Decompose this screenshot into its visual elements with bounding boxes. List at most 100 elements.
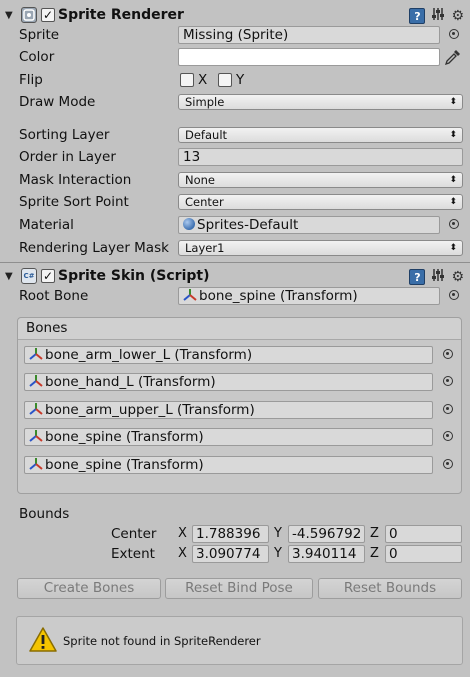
transform-icon — [29, 375, 43, 387]
dropdown-arrow-icon: ⬍ — [449, 197, 457, 207]
material-field[interactable]: Sprites-Default — [178, 216, 440, 234]
bone-value: bone_arm_lower_L (Transform) — [45, 347, 253, 363]
help-icon[interactable]: ? — [409, 8, 426, 24]
sorting-layer-value: Default — [185, 128, 228, 142]
sorting-layer-dropdown[interactable]: Default ⬍ — [178, 127, 463, 143]
object-picker-icon[interactable] — [449, 29, 459, 39]
center-z-field[interactable]: 0 — [385, 525, 462, 543]
object-picker-icon[interactable] — [443, 459, 453, 469]
gear-icon[interactable]: ⚙ — [451, 8, 464, 24]
extent-x-field[interactable]: 3.090774 — [192, 545, 269, 563]
transform-icon — [29, 403, 43, 415]
sorting-layer-label: Sorting Layer — [19, 127, 110, 143]
create-bones-button[interactable]: Create Bones — [17, 578, 161, 599]
axis-z-label: Z — [370, 526, 379, 541]
bone-value: bone_spine (Transform) — [45, 457, 204, 473]
extent-label: Extent — [111, 546, 155, 562]
axis-y-label: Y — [274, 526, 282, 541]
help-icon[interactable]: ? — [409, 269, 426, 285]
order-in-layer-field[interactable]: 13 — [178, 148, 463, 166]
list-item: bone_arm_lower_L (Transform) — [24, 345, 457, 365]
presets-sliders-icon[interactable] — [431, 7, 445, 25]
axis-x-label: X — [178, 526, 187, 541]
root-bone-field[interactable]: bone_spine (Transform) — [178, 287, 440, 305]
list-item: bone_hand_L (Transform) — [24, 372, 457, 392]
object-picker-icon[interactable] — [449, 219, 459, 229]
bone-field[interactable]: bone_arm_upper_L (Transform) — [24, 401, 433, 419]
script-file-icon: C# — [21, 268, 37, 284]
object-picker-icon[interactable] — [449, 290, 459, 300]
gear-icon[interactable]: ⚙ — [451, 269, 464, 285]
dropdown-arrow-icon: ⬍ — [449, 97, 457, 107]
bone-field[interactable]: bone_arm_lower_L (Transform) — [24, 346, 433, 364]
foldout-arrow-icon[interactable]: ▼ — [5, 271, 17, 282]
root-bone-label: Root Bone — [19, 288, 89, 304]
sprite-field[interactable]: Missing (Sprite) — [178, 26, 440, 44]
object-picker-icon[interactable] — [443, 431, 453, 441]
flip-row: Flip X Y — [0, 70, 470, 90]
order-in-layer-label: Order in Layer — [19, 149, 116, 165]
flip-x-checkbox[interactable] — [180, 73, 194, 87]
mask-interaction-label: Mask Interaction — [19, 172, 132, 188]
sprite-row: Sprite Missing (Sprite) — [0, 25, 470, 45]
draw-mode-value: Simple — [185, 95, 225, 109]
object-picker-icon[interactable] — [443, 376, 453, 386]
draw-mode-dropdown[interactable]: Simple ⬍ — [178, 94, 463, 110]
rendering-layer-mask-label: Rendering Layer Mask — [19, 240, 169, 256]
center-y-field[interactable]: -4.596792 — [288, 525, 365, 543]
bones-list-header: Bones — [18, 318, 461, 340]
order-in-layer-row: Order in Layer 13 — [0, 147, 470, 167]
sprite-sort-point-value: Center — [185, 195, 224, 209]
axis-z-label: Z — [370, 546, 379, 561]
bone-field[interactable]: bone_spine (Transform) — [24, 428, 433, 446]
sprite-sort-point-dropdown[interactable]: Center ⬍ — [178, 194, 463, 210]
sprite-renderer-header[interactable]: ▼ ✓ Sprite Renderer ? ⚙ — [0, 3, 470, 27]
material-sphere-icon — [183, 218, 195, 230]
object-picker-icon[interactable] — [443, 349, 453, 359]
bone-field[interactable]: bone_hand_L (Transform) — [24, 373, 433, 391]
flip-label: Flip — [19, 72, 43, 88]
draw-mode-row: Draw Mode Simple ⬍ — [0, 92, 470, 112]
color-field[interactable] — [178, 48, 440, 66]
center-x-field[interactable]: 1.788396 — [192, 525, 269, 543]
extent-z-field[interactable]: 0 — [385, 545, 462, 563]
bone-value: bone_hand_L (Transform) — [45, 374, 216, 390]
sorting-layer-row: Sorting Layer Default ⬍ — [0, 125, 470, 145]
reset-bind-pose-button[interactable]: Reset Bind Pose — [165, 578, 313, 599]
mask-interaction-row: Mask Interaction None ⬍ — [0, 170, 470, 190]
sprite-renderer-component-icon — [21, 7, 37, 23]
transform-icon — [29, 348, 43, 360]
sprite-sort-point-row: Sprite Sort Point Center ⬍ — [0, 192, 470, 212]
sprite-renderer-enabled-checkbox[interactable]: ✓ — [41, 8, 55, 22]
root-bone-value: bone_spine (Transform) — [199, 288, 358, 304]
flip-y-checkbox[interactable] — [218, 73, 232, 87]
sprite-renderer-title: Sprite Renderer — [58, 7, 184, 23]
bones-list: Bones bone_arm_lower_L (Transform) bone_… — [17, 317, 462, 494]
flip-x-label: X — [198, 72, 208, 88]
sprite-label: Sprite — [19, 27, 60, 43]
bone-field[interactable]: bone_spine (Transform) — [24, 456, 433, 474]
rendering-layer-mask-dropdown[interactable]: Layer1 ⬍ — [178, 240, 463, 256]
component-separator — [0, 262, 470, 263]
bounds-label: Bounds — [19, 506, 70, 522]
eyedropper-icon[interactable] — [444, 48, 462, 66]
reset-bounds-button[interactable]: Reset Bounds — [318, 578, 462, 599]
sprite-sort-point-label: Sprite Sort Point — [19, 194, 129, 210]
dropdown-arrow-icon: ⬍ — [449, 175, 457, 185]
rendering-layer-mask-row: Rendering Layer Mask Layer1 ⬍ — [0, 238, 470, 258]
foldout-arrow-icon[interactable]: ▼ — [5, 10, 17, 21]
bounds-extent-row: Extent X 3.090774 Y 3.940114 Z 0 — [0, 544, 470, 564]
mask-interaction-dropdown[interactable]: None ⬍ — [178, 172, 463, 188]
presets-sliders-icon[interactable] — [431, 268, 445, 286]
extent-y-field[interactable]: 3.940114 — [288, 545, 365, 563]
transform-icon — [29, 458, 43, 470]
dropdown-arrow-icon: ⬍ — [449, 243, 457, 253]
material-row: Material Sprites-Default — [0, 215, 470, 235]
mask-interaction-value: None — [185, 173, 216, 187]
draw-mode-label: Draw Mode — [19, 94, 96, 110]
sprite-skin-header[interactable]: ▼ C# ✓ Sprite Skin (Script) ? ⚙ — [0, 264, 470, 288]
rendering-layer-mask-value: Layer1 — [185, 241, 225, 255]
sprite-skin-enabled-checkbox[interactable]: ✓ — [41, 269, 55, 283]
dropdown-arrow-icon: ⬍ — [449, 130, 457, 140]
object-picker-icon[interactable] — [443, 404, 453, 414]
